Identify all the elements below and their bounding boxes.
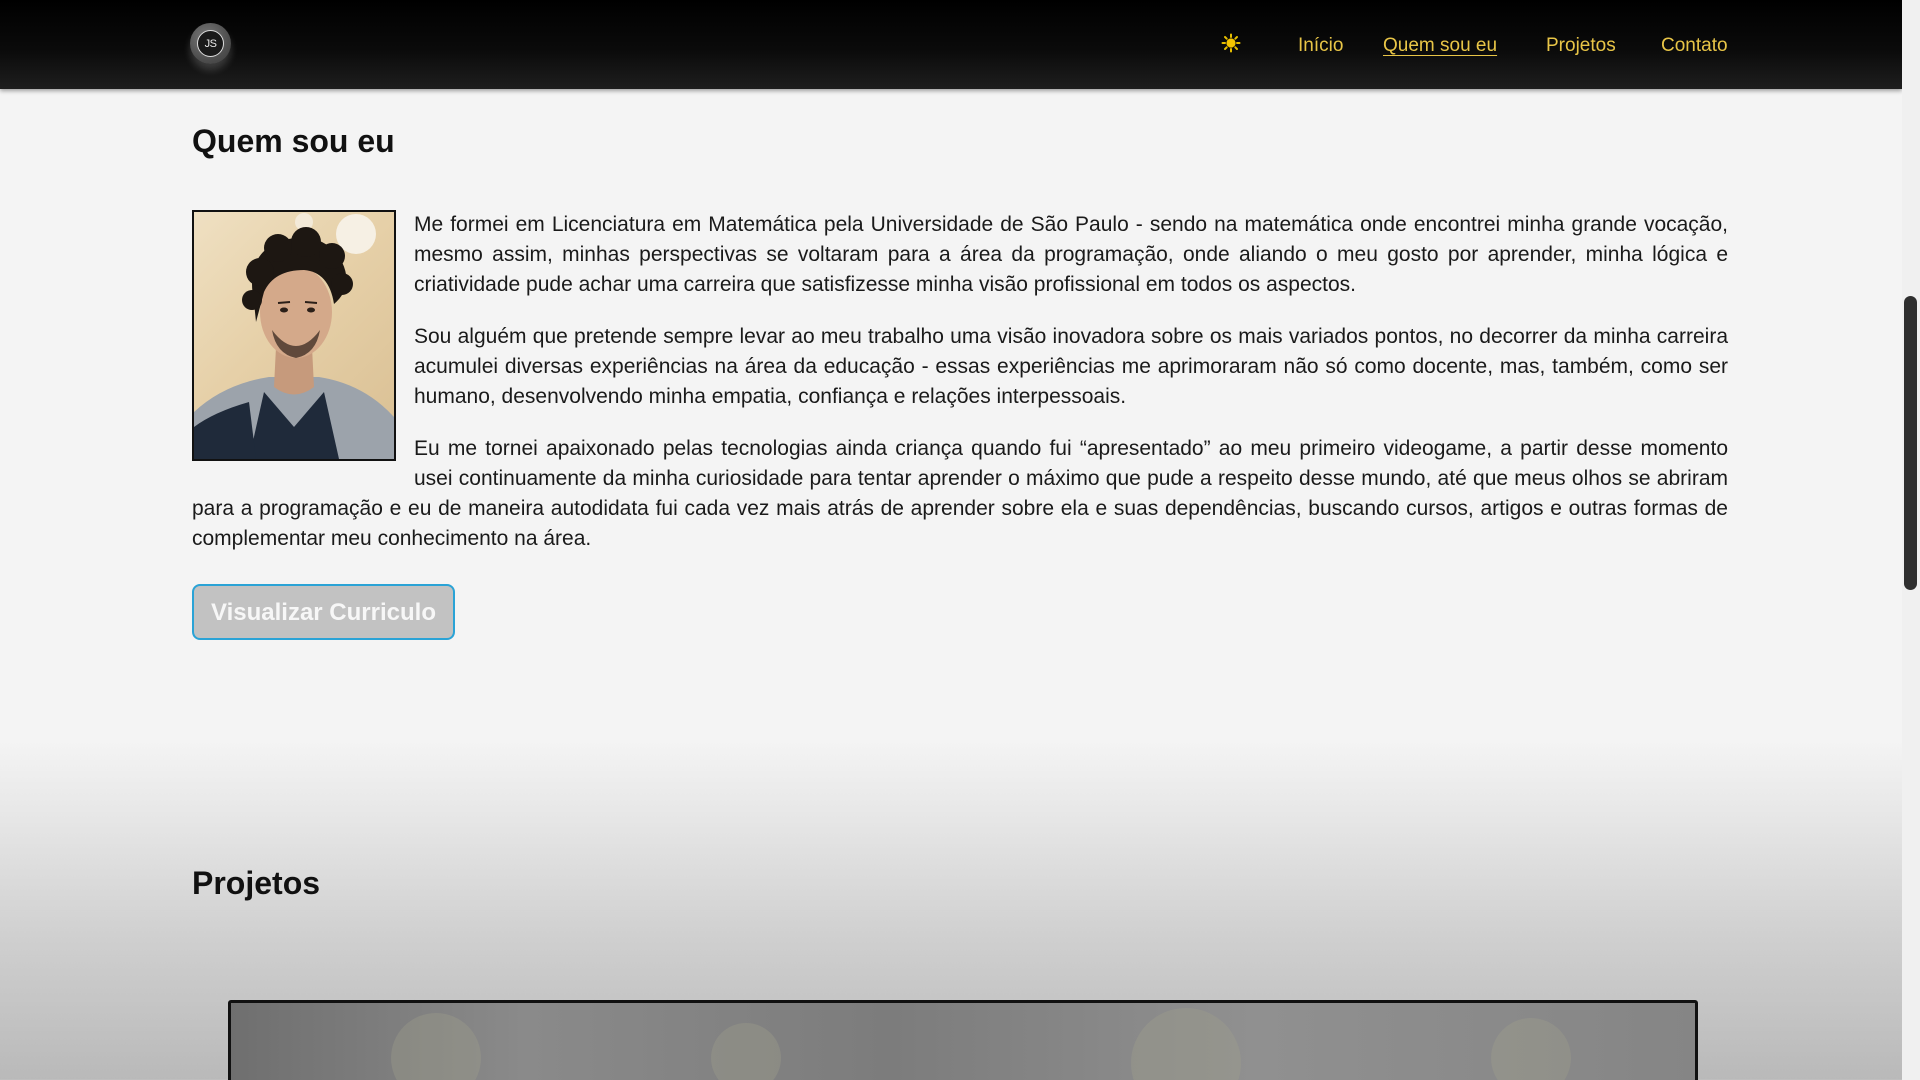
about-paragraph-2: Sou alguém que pretende sempre levar ao … xyxy=(414,325,1728,408)
sun-icon xyxy=(1221,33,1241,58)
nav-link-projetos[interactable]: Projetos xyxy=(1546,33,1616,59)
about-section-title: Quem sou eu xyxy=(192,123,395,159)
view-resume-button[interactable]: Visualizar Curriculo xyxy=(192,584,455,640)
profile-photo xyxy=(192,210,396,461)
nav-link-quem-sou-eu[interactable]: Quem sou eu xyxy=(1383,33,1497,59)
theme-toggle-button[interactable] xyxy=(1219,33,1243,57)
nav-link-contato[interactable]: Contato xyxy=(1661,33,1728,59)
project-card[interactable] xyxy=(228,1000,1698,1080)
projects-section-title: Projetos xyxy=(192,865,321,901)
nav-link-inicio[interactable]: Início xyxy=(1298,33,1343,59)
top-navbar: JS Início Quem sou eu Projetos Contato xyxy=(0,0,1902,89)
about-paragraph-1: Me formei em Licenciatura em Matemática … xyxy=(414,213,1728,296)
page-scrollbar-thumb[interactable] xyxy=(1904,296,1917,590)
about-paragraph-3: Eu me tornei apaixonado pelas tecnologia… xyxy=(192,437,1728,550)
about-text: Me formei em Licenciatura em Matemática … xyxy=(192,210,1728,576)
main-nav: Início Quem sou eu Projetos Contato xyxy=(0,33,1902,59)
